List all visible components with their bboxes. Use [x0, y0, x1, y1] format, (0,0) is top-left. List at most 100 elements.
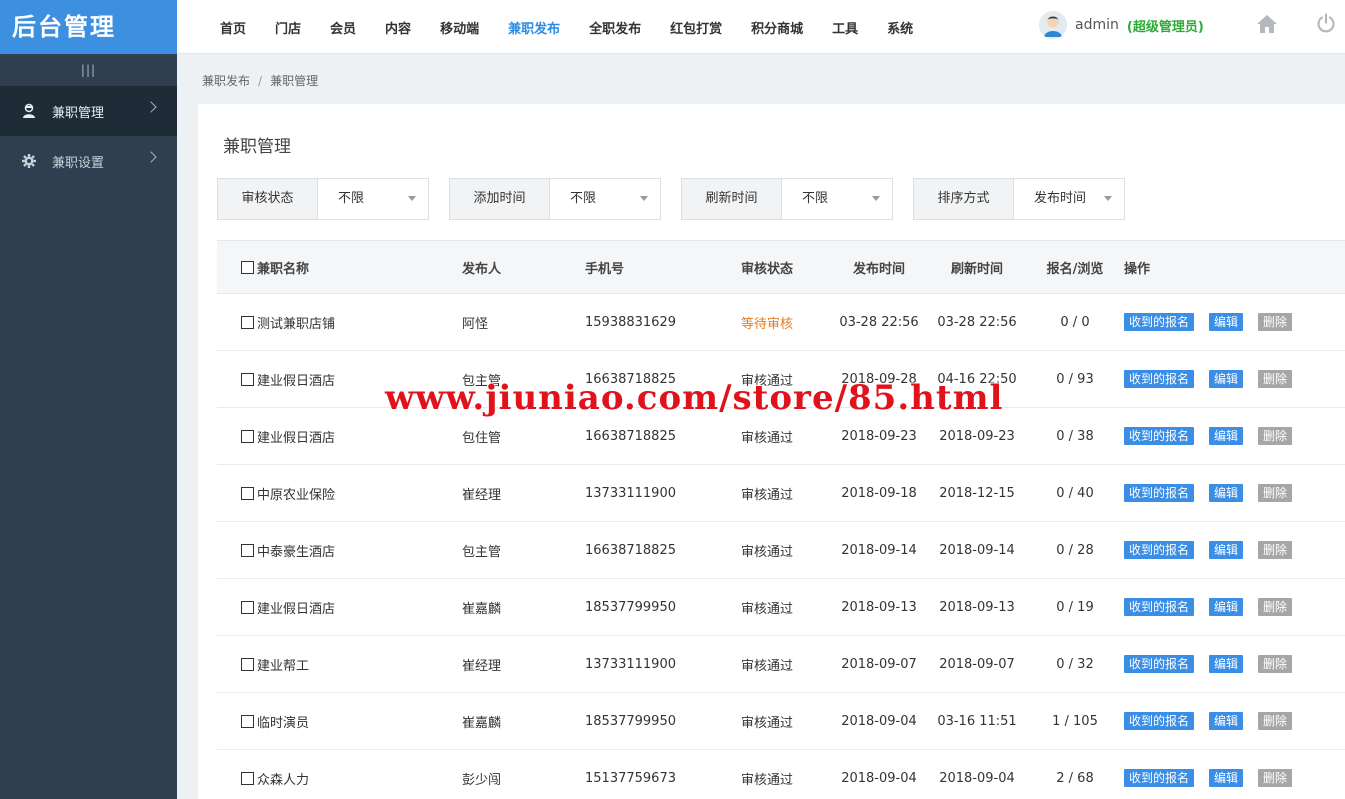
- signups-button[interactable]: 收到的报名: [1124, 769, 1195, 787]
- job-name[interactable]: 测试兼职店铺: [257, 313, 335, 332]
- caret-down-icon: [1104, 196, 1112, 201]
- edit-button[interactable]: 编辑: [1209, 769, 1244, 787]
- caret-down-icon: [640, 196, 648, 201]
- delete-button[interactable]: 删除: [1258, 541, 1293, 559]
- breadcrumb-parent[interactable]: 兼职发布: [202, 74, 250, 88]
- cell-phone: 13733111900: [585, 656, 676, 672]
- edit-button[interactable]: 编辑: [1209, 484, 1244, 502]
- nav-stores[interactable]: 门店: [275, 18, 301, 37]
- nav-parttime[interactable]: 兼职发布: [508, 18, 560, 37]
- job-name[interactable]: 中泰豪生酒店: [257, 541, 335, 560]
- select-all-checkbox[interactable]: [241, 260, 254, 274]
- row-checkbox[interactable]: [241, 486, 254, 500]
- signups-button[interactable]: 收到的报名: [1124, 370, 1195, 388]
- delete-button[interactable]: 删除: [1258, 484, 1293, 502]
- add-time-select[interactable]: 不限: [550, 179, 660, 219]
- cell-stats: 0 / 28: [1056, 542, 1094, 558]
- header-label: 兼职名称: [257, 261, 310, 277]
- row-checkbox[interactable]: [241, 315, 254, 329]
- delete-button[interactable]: 删除: [1258, 370, 1293, 388]
- job-name[interactable]: 众森人力: [257, 769, 309, 788]
- delete-button[interactable]: 删除: [1258, 313, 1293, 331]
- chevron-right-icon: [145, 151, 157, 163]
- breadcrumb-separator: /: [258, 74, 263, 88]
- job-name[interactable]: 建业假日酒店: [257, 427, 335, 446]
- signups-button[interactable]: 收到的报名: [1124, 655, 1195, 673]
- delete-button[interactable]: 删除: [1258, 427, 1293, 445]
- signups-button[interactable]: 收到的报名: [1124, 541, 1195, 559]
- cell-stats: 0 / 93: [1056, 371, 1094, 387]
- sidebar-item-parttime-settings[interactable]: 兼职设置: [0, 136, 177, 186]
- signups-button[interactable]: 收到的报名: [1124, 484, 1195, 502]
- delete-button[interactable]: 删除: [1258, 769, 1293, 787]
- sidebar: 后台管理 ||| 兼职管理 兼职设置: [0, 0, 177, 799]
- edit-button[interactable]: 编辑: [1209, 313, 1244, 331]
- cell-phone: 16638718825: [585, 542, 676, 558]
- nav-redpacket[interactable]: 红包打赏: [670, 18, 722, 37]
- nav-mobile[interactable]: 移动端: [440, 18, 479, 37]
- header-status: 审核状态: [741, 261, 794, 277]
- nav-content[interactable]: 内容: [385, 18, 411, 37]
- refresh-time-select[interactable]: 不限: [782, 179, 892, 219]
- signups-button[interactable]: 收到的报名: [1124, 598, 1195, 616]
- select-value: 发布时间: [1034, 191, 1087, 206]
- cell-name: 众森人力: [241, 750, 309, 799]
- delete-button[interactable]: 删除: [1258, 655, 1293, 673]
- table-row: 中原农业保险 崔经理 13733111900 审核通过 2018-09-18 2018-1…: [217, 465, 1345, 522]
- delete-button[interactable]: 删除: [1258, 712, 1293, 730]
- review-status-select[interactable]: 不限: [318, 179, 428, 219]
- job-name[interactable]: 建业假日酒店: [257, 598, 335, 617]
- job-name[interactable]: 建业帮工: [257, 655, 309, 674]
- row-checkbox[interactable]: [241, 714, 254, 728]
- app-logo[interactable]: 后台管理: [0, 0, 177, 54]
- edit-button[interactable]: 编辑: [1209, 541, 1244, 559]
- header-refresh-time: 刷新时间: [950, 261, 1003, 277]
- sidebar-collapse-toggle[interactable]: |||: [0, 54, 177, 86]
- cell-refresh-time: 2018-09-13: [939, 599, 1015, 615]
- nav-members[interactable]: 会员: [330, 18, 356, 37]
- edit-button[interactable]: 编辑: [1209, 598, 1244, 616]
- nav-points-mall[interactable]: 积分商城: [751, 18, 803, 37]
- row-checkbox[interactable]: [241, 657, 254, 671]
- row-checkbox[interactable]: [241, 600, 254, 614]
- nav-system[interactable]: 系统: [887, 18, 913, 37]
- row-checkbox[interactable]: [241, 372, 254, 386]
- job-name[interactable]: 建业假日酒店: [257, 370, 335, 389]
- power-icon[interactable]: [1316, 13, 1336, 37]
- row-checkbox[interactable]: [241, 543, 254, 557]
- edit-button[interactable]: 编辑: [1209, 370, 1244, 388]
- row-checkbox[interactable]: [241, 429, 254, 443]
- header-publisher: 发布人: [462, 261, 502, 277]
- edit-button[interactable]: 编辑: [1209, 427, 1244, 445]
- nav-fulltime[interactable]: 全职发布: [589, 18, 641, 37]
- edit-button[interactable]: 编辑: [1209, 712, 1244, 730]
- cell-publish-time: 2018-09-07: [841, 656, 917, 672]
- cell-name: 中原农业保险: [241, 465, 335, 521]
- select-value: 不限: [570, 191, 597, 206]
- signups-button[interactable]: 收到的报名: [1124, 313, 1195, 331]
- job-name[interactable]: 临时演员: [257, 712, 309, 731]
- nav-home[interactable]: 首页: [220, 18, 246, 37]
- sidebar-item-parttime-manage[interactable]: 兼职管理: [0, 86, 177, 136]
- cell-ops: 收到的报名 编辑 删除: [1124, 465, 1307, 521]
- cell-refresh-time: 03-16 11:51: [937, 713, 1017, 729]
- nav-tools[interactable]: 工具: [832, 18, 858, 37]
- signups-button[interactable]: 收到的报名: [1124, 427, 1195, 445]
- home-icon[interactable]: [1256, 14, 1278, 38]
- cell-ops: 收到的报名 编辑 删除: [1124, 579, 1307, 635]
- cell-status: 审核通过: [741, 715, 794, 731]
- signups-button[interactable]: 收到的报名: [1124, 712, 1195, 730]
- sort-order-select[interactable]: 发布时间: [1014, 179, 1124, 219]
- delete-button[interactable]: 删除: [1258, 598, 1293, 616]
- cell-ops: 收到的报名 编辑 删除: [1124, 693, 1307, 749]
- job-name[interactable]: 中原农业保险: [257, 484, 335, 503]
- cell-stats: 0 / 32: [1056, 656, 1094, 672]
- row-checkbox[interactable]: [241, 771, 254, 785]
- cell-status: 审核通过: [741, 544, 794, 560]
- edit-button[interactable]: 编辑: [1209, 655, 1244, 673]
- table-row: 建业假日酒店 崔嘉麟 18537799950 审核通过 2018-09-13 2018-0…: [217, 579, 1345, 636]
- filter-label: 刷新时间: [682, 179, 782, 219]
- user-menu[interactable]: admin (超级管理员): [1039, 11, 1204, 39]
- cell-refresh-time: 2018-12-15: [939, 485, 1015, 501]
- cell-publisher: 崔经理: [462, 658, 502, 674]
